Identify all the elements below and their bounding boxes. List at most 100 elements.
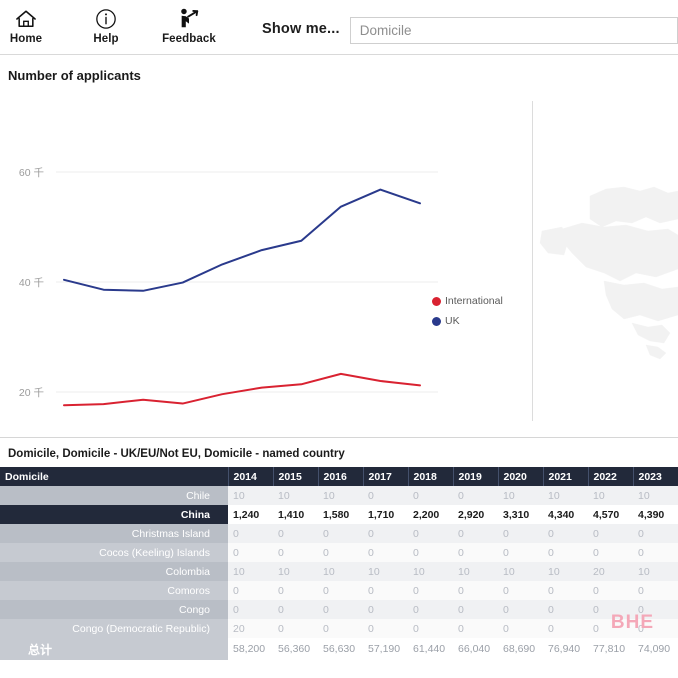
table-cell-value: 0 [273,581,318,600]
show-me-label: Show me... [262,21,340,37]
legend-item-international[interactable]: International [432,295,503,307]
table-row-label[interactable]: Christmas Island [0,524,228,543]
table-row[interactable]: Christmas Island0000000000 [0,524,678,543]
table-row[interactable]: Congo (Democratic Republic)20000000000 [0,619,678,638]
legend-color-swatch-uk [432,317,441,326]
table-total-value: 57,190 [363,638,408,660]
table-cell-value: 0 [588,543,633,562]
table-total-value: 61,440 [408,638,453,660]
table-cell-value: 0 [633,600,678,619]
table-caption: Domicile, Domicile - UK/EU/Not EU, Domic… [0,438,678,467]
table-cell-value: 20 [588,562,633,581]
table-cell-value: 0 [633,581,678,600]
table-cell-value: 3,310 [498,505,543,524]
table-row[interactable]: Chile10101000010101010 [0,486,678,505]
table-cell-value: 2,920 [453,505,498,524]
info-circle-icon [95,7,117,31]
table-cell-value: 10 [273,562,318,581]
table-cell-value: 4,340 [543,505,588,524]
table-total-row: 总计58,20056,36056,63057,19061,44066,04068… [0,638,678,660]
table-row-label[interactable]: Cocos (Keeling) Islands [0,543,228,562]
table-total-value: 56,630 [318,638,363,660]
table-cell-value: 0 [408,543,453,562]
table-cell-value: 0 [408,486,453,505]
table-col-year-2022[interactable]: 2022 [588,467,633,486]
table-cell-value: 10 [633,486,678,505]
table-col-year-2017[interactable]: 2017 [363,467,408,486]
svg-text:20 千: 20 千 [19,387,44,399]
table-cell-value: 0 [453,600,498,619]
table-row[interactable]: Cocos (Keeling) Islands0000000000 [0,543,678,562]
table-col-year-2016[interactable]: 2016 [318,467,363,486]
svg-text:40 千: 40 千 [19,277,44,289]
table-col-year-2018[interactable]: 2018 [408,467,453,486]
table-cell-value: 0 [453,619,498,638]
table-col-year-2020[interactable]: 2020 [498,467,543,486]
table-cell-value: 0 [408,581,453,600]
table-cell-value: 0 [273,543,318,562]
legend-label-international: International [445,295,503,307]
table-footer: 总计58,20056,36056,63057,19061,44066,04068… [0,638,678,660]
top-toolbar: Home Help Feedback Show me... Domicile [0,0,678,55]
table-col-year-2015[interactable]: 2015 [273,467,318,486]
table-row-label[interactable]: Congo [0,600,228,619]
svg-text:60 千: 60 千 [19,167,44,179]
table-cell-value: 0 [273,619,318,638]
table-cell-value: 0 [228,600,273,619]
table-col-year-2019[interactable]: 2019 [453,467,498,486]
table-row[interactable]: Comoros0000000000 [0,581,678,600]
table-header: Domicile20142015201620172018201920202021… [0,467,678,486]
table-row[interactable]: Colombia10101010101010102010 [0,562,678,581]
table-row-label[interactable]: Congo (Democratic Republic) [0,619,228,638]
home-button-label: Home [10,33,42,45]
help-button-label: Help [93,33,118,45]
table-cell-value: 0 [543,581,588,600]
table-row[interactable]: China1,2401,4101,5801,7102,2002,9203,310… [0,505,678,524]
table-cell-value: 0 [318,600,363,619]
table-cell-value: 1,710 [363,505,408,524]
table-col-domicile[interactable]: Domicile [0,467,228,486]
domicile-filter-value: Domicile [360,23,412,38]
table-total-value: 66,040 [453,638,498,660]
table-row-label[interactable]: Chile [0,486,228,505]
legend-color-swatch-international [432,297,441,306]
help-button[interactable]: Help [80,4,132,45]
table-row-label[interactable]: Colombia [0,562,228,581]
feedback-megaphone-icon [177,7,201,31]
home-button[interactable]: Home [0,4,52,45]
table-cell-value: 0 [588,600,633,619]
table-cell-value: 0 [543,524,588,543]
table-cell-value: 0 [408,600,453,619]
table-cell-value: 4,570 [588,505,633,524]
table-col-year-2021[interactable]: 2021 [543,467,588,486]
table-cell-value: 0 [408,524,453,543]
table-cell-value: 1,410 [273,505,318,524]
legend-item-uk[interactable]: UK [432,315,503,327]
table-row-label[interactable]: China [0,505,228,524]
table-total-value: 68,690 [498,638,543,660]
table-cell-value: 0 [453,486,498,505]
feedback-button-label: Feedback [162,33,216,45]
feedback-button[interactable]: Feedback [154,4,224,45]
table-cell-value: 10 [363,562,408,581]
table-total-label: 总计 [0,638,228,660]
table-cell-value: 20 [228,619,273,638]
table-row-label[interactable]: Comoros [0,581,228,600]
table-cell-value: 2,200 [408,505,453,524]
table-cell-value: 0 [498,581,543,600]
table-cell-value: 0 [273,600,318,619]
table-cell-value: 10 [228,562,273,581]
table-col-year-2023[interactable]: 2023 [633,467,678,486]
table-cell-value: 0 [228,581,273,600]
table-row[interactable]: Congo0000000000 [0,600,678,619]
table-cell-value: 10 [588,486,633,505]
legend-label-uk: UK [445,315,460,327]
table-total-value: 58,200 [228,638,273,660]
table-cell-value: 0 [543,543,588,562]
table-cell-value: 0 [453,543,498,562]
table-cell-value: 0 [228,524,273,543]
table-cell-value: 0 [633,543,678,562]
table-col-year-2014[interactable]: 2014 [228,467,273,486]
table-total-value: 76,940 [543,638,588,660]
domicile-filter-field[interactable]: Domicile [350,17,678,44]
